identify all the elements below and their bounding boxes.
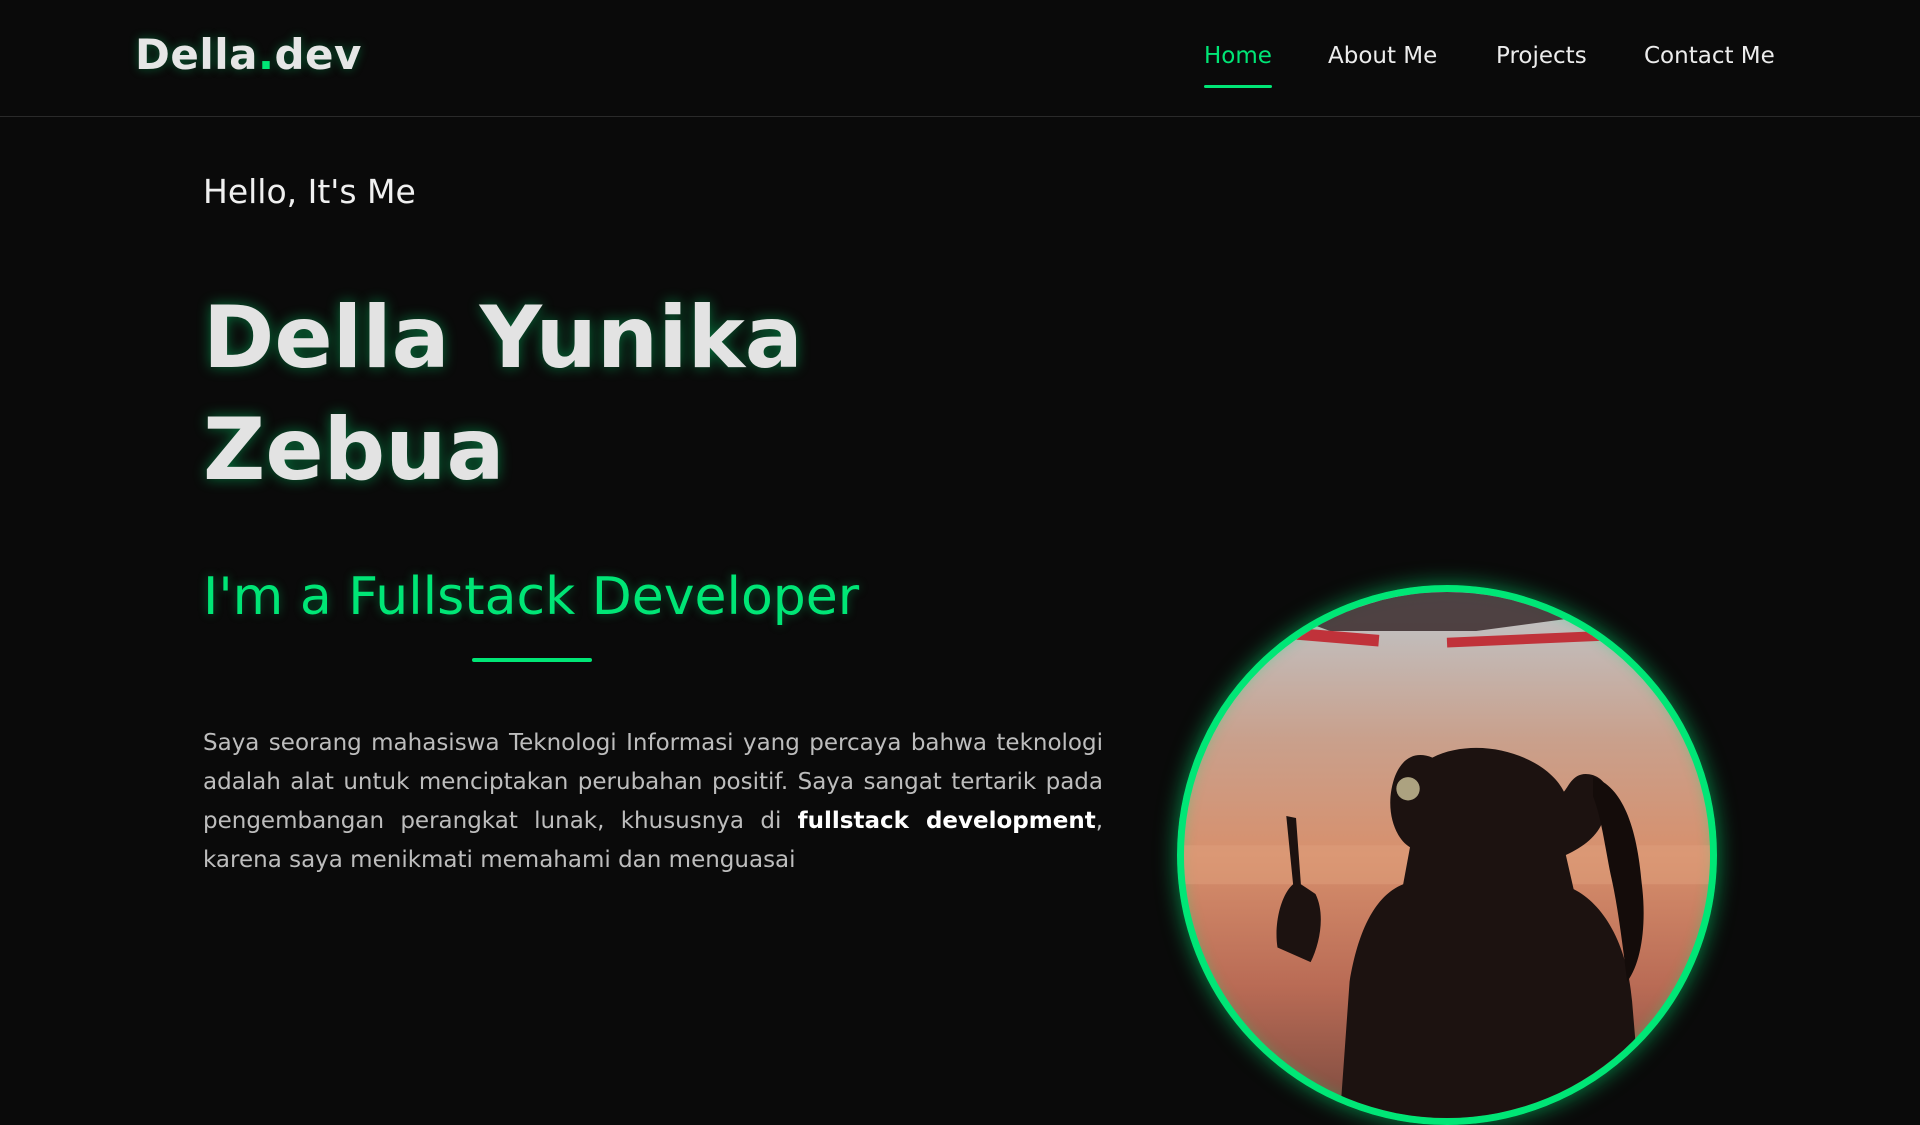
profile-photo-icon [1184,592,1710,1118]
profile-photo [1177,585,1717,1125]
hero-name: Della Yunika Zebua [203,282,963,506]
nav-item-contact-me[interactable]: Contact Me [1644,43,1775,69]
hero-name-line2: Zebua [203,400,505,500]
bio-highlight: fullstack development [797,808,1096,834]
nav-item-about-me[interactable]: About Me [1328,43,1437,69]
nav-links: Home About Me Projects Contact Me [0,43,1920,93]
hero-greeting: Hello, It's Me [203,172,416,211]
navbar: Della.dev Home About Me Projects Contact… [0,0,1920,117]
role-underline [472,658,592,662]
hero-name-line1: Della Yunika [203,288,803,388]
hero-bio: Saya seorang mahasiswa Teknologi Informa… [203,724,1103,880]
hero-role: I'm a Fullstack Developer [203,567,860,627]
nav-item-projects[interactable]: Projects [1496,43,1587,69]
nav-item-home[interactable]: Home [1204,43,1272,88]
